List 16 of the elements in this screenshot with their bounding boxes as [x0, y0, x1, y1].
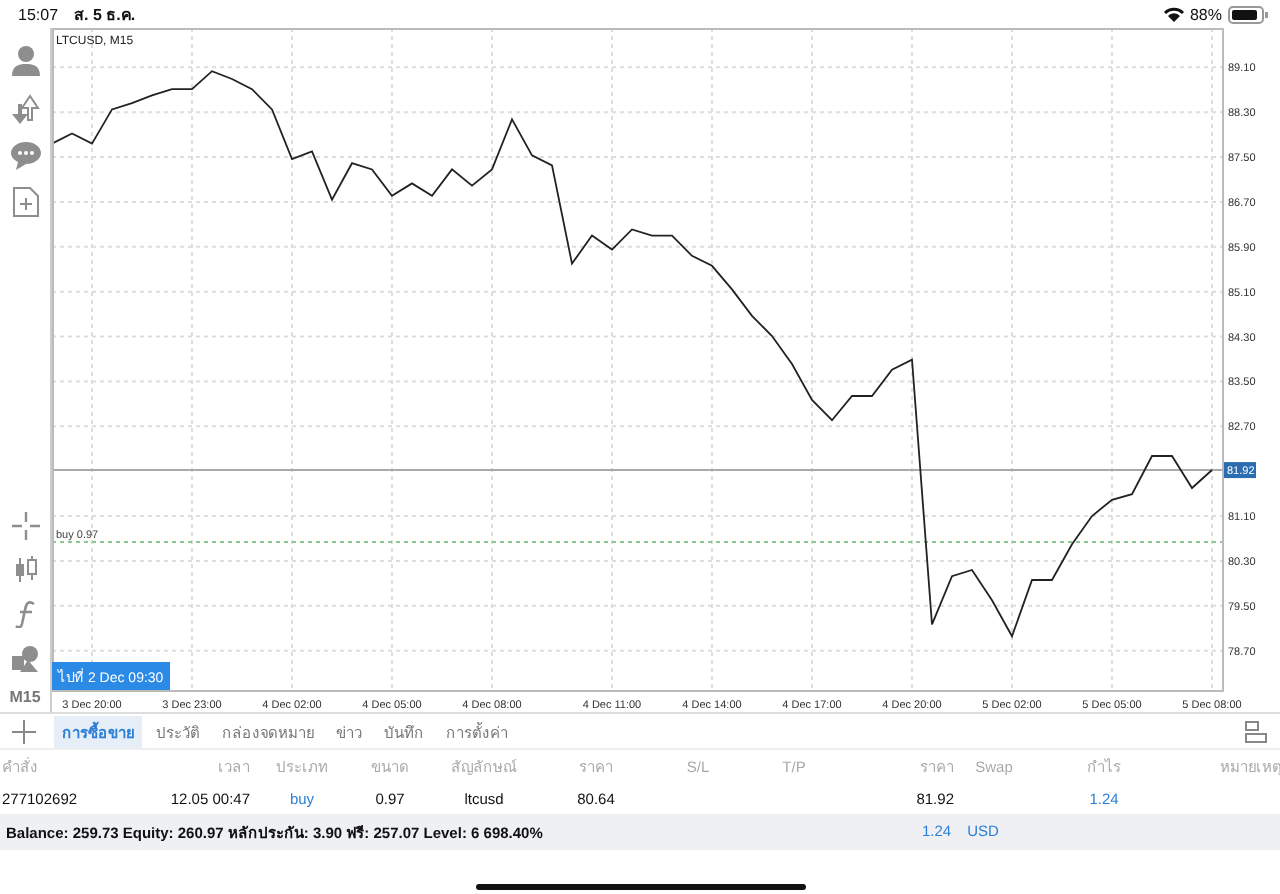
- battery-percent: 88%: [1189, 5, 1222, 23]
- function-icon[interactable]: [13, 600, 37, 628]
- account-icon[interactable]: [9, 44, 41, 76]
- chat-icon[interactable]: [9, 140, 41, 170]
- date-text: ส. 5 ธ.ค.: [74, 3, 136, 27]
- clock-time: 15:07: [18, 5, 59, 23]
- timeframe-button[interactable]: M15: [9, 688, 41, 706]
- crosshair-icon[interactable]: [11, 512, 39, 540]
- layout-icon[interactable]: [1244, 719, 1268, 743]
- battery-icon: [1228, 5, 1268, 23]
- objects-icon[interactable]: [9, 644, 41, 672]
- trade-arrows-icon[interactable]: [9, 92, 41, 124]
- candlestick-icon[interactable]: [11, 556, 39, 584]
- wifi-icon: [1163, 6, 1184, 22]
- new-document-icon[interactable]: [11, 186, 39, 218]
- add-icon[interactable]: [12, 719, 36, 743]
